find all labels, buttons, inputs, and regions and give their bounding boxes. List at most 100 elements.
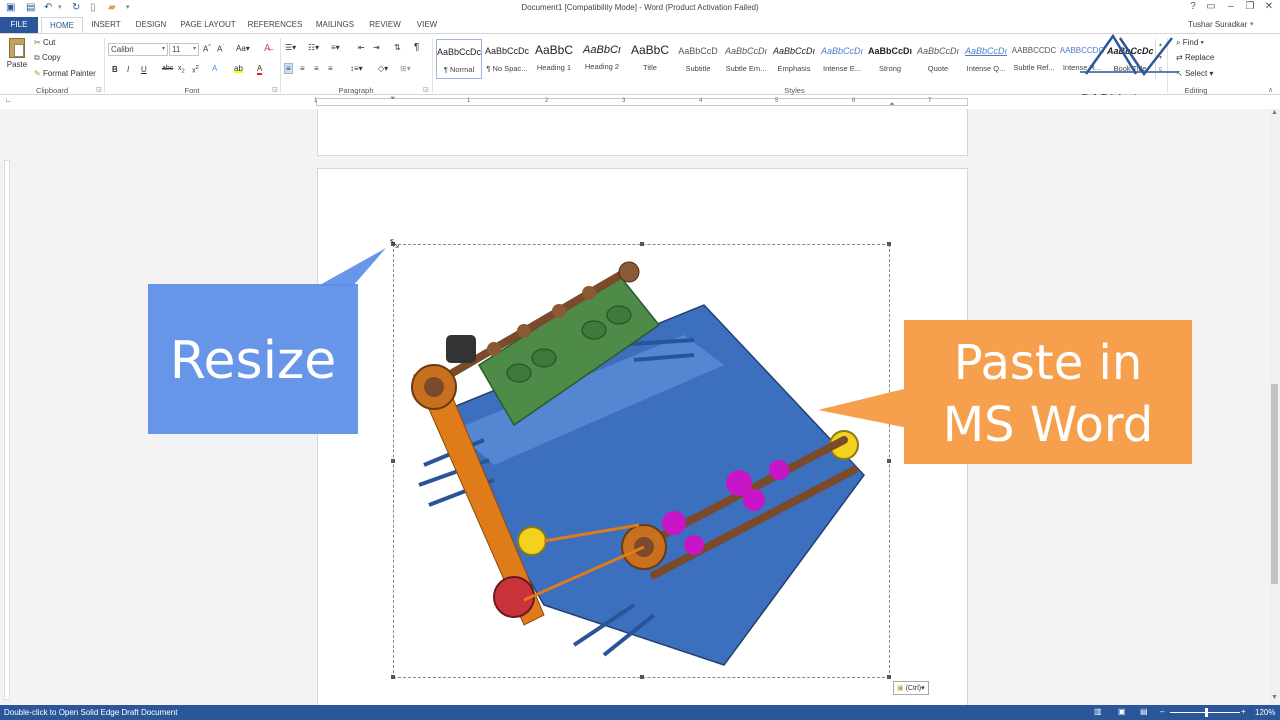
cut-button[interactable]: ✂ Cut: [34, 38, 55, 47]
resize-handle-top-right[interactable]: [887, 242, 891, 246]
zoom-out-icon[interactable]: –: [1160, 707, 1164, 716]
text-effects-icon[interactable]: A: [212, 64, 217, 73]
font-launcher-icon[interactable]: ◲: [272, 86, 278, 93]
align-center-icon[interactable]: ≡: [300, 64, 305, 73]
show-marks-icon[interactable]: ¶: [414, 42, 419, 53]
zoom-in-icon[interactable]: +: [1241, 707, 1246, 716]
horizontal-ruler[interactable]: 1 1 2 3 4 5 6 7 ⏷ ⏶: [314, 95, 968, 109]
style-subtle-reference[interactable]: AABBCCDC Subtle Ref...: [1011, 39, 1057, 79]
paste-options-button[interactable]: ▣ (Ctrl)▾: [893, 681, 929, 695]
print-layout-icon[interactable]: ▣: [1118, 707, 1126, 716]
multilevel-list-icon[interactable]: ≡▾: [331, 43, 340, 52]
style-intense-emphasis[interactable]: AaBbCcDı Intense E...: [819, 39, 865, 79]
style-intense-quote[interactable]: AaBbCcDı Intense Q...: [963, 39, 1009, 79]
tab-references[interactable]: REFERENCES: [246, 17, 304, 33]
borders-icon[interactable]: ⊞▾: [400, 64, 411, 73]
bold-icon[interactable]: B: [112, 65, 118, 74]
tab-mailings[interactable]: MAILINGS: [310, 17, 360, 33]
pasted-image-selection[interactable]: [391, 242, 891, 679]
vertical-ruler[interactable]: [4, 160, 10, 700]
font-color-icon[interactable]: A: [257, 64, 263, 75]
style-normal[interactable]: AaBbCcDc ¶ Normal: [436, 39, 482, 79]
indent-marker-icon[interactable]: ⏷: [390, 95, 396, 103]
resize-callout: Resize: [169, 331, 337, 391]
style-heading-1[interactable]: AaBbC Heading 1: [531, 39, 577, 79]
shading-icon[interactable]: ◇▾: [378, 64, 388, 73]
format-painter-button[interactable]: ✎ Format Painter: [34, 69, 96, 78]
change-case-icon[interactable]: Aa▾: [236, 44, 250, 53]
style-heading-2[interactable]: AaBbCı Heading 2: [579, 39, 625, 79]
font-size-select[interactable]: 11 ▾: [169, 43, 199, 56]
tab-selector-icon[interactable]: ∟: [5, 97, 12, 104]
grow-font-icon[interactable]: A^: [203, 44, 211, 54]
style-strong[interactable]: AaBbCcDı Strong: [867, 39, 913, 79]
line-spacing-icon[interactable]: ↕≡▾: [350, 64, 363, 73]
style-emphasis[interactable]: AaBbCcDı Emphasis: [771, 39, 817, 79]
resize-handle-top[interactable]: [640, 242, 644, 246]
engine-model-image: [411, 261, 865, 666]
superscript-icon[interactable]: x2: [192, 65, 199, 74]
previous-page-bottom: [317, 109, 968, 156]
zoom-level[interactable]: 120%: [1255, 708, 1275, 717]
resize-handle-bottom-left[interactable]: [391, 675, 395, 679]
styles-group-label: Styles: [784, 86, 805, 95]
decrease-indent-icon[interactable]: ⇤: [358, 43, 365, 52]
font-name-select[interactable]: Calibri ▾: [108, 43, 168, 56]
tab-insert[interactable]: INSERT: [88, 17, 124, 33]
user-name[interactable]: Tushar Suradkar: [1188, 20, 1247, 29]
style-title[interactable]: AaBbC Title: [627, 39, 673, 79]
justify-icon[interactable]: ≡: [328, 64, 333, 73]
scroll-up-icon[interactable]: ▲: [1271, 109, 1278, 116]
zoom-slider-thumb[interactable]: [1205, 708, 1208, 717]
clear-formatting-icon[interactable]: A̶: [264, 43, 271, 54]
style-subtitle[interactable]: AaBbCcD Subtitle: [675, 39, 721, 79]
shrink-font-icon[interactable]: Aˇ: [217, 44, 224, 54]
clipboard-launcher-icon[interactable]: ◲: [96, 86, 102, 93]
right-indent-marker-icon[interactable]: ⏶: [889, 101, 895, 109]
paste-button[interactable]: Paste: [6, 38, 28, 69]
restore-icon[interactable]: ❐: [1241, 1, 1259, 12]
resize-handle-bottom-right[interactable]: [887, 675, 891, 679]
tab-file[interactable]: FILE: [0, 17, 38, 33]
read-mode-icon[interactable]: ▥: [1094, 707, 1102, 716]
italic-icon[interactable]: I: [127, 65, 129, 74]
web-layout-icon[interactable]: ▤: [1140, 707, 1148, 716]
strikethrough-icon[interactable]: abc: [162, 65, 173, 72]
help-icon[interactable]: ?: [1184, 1, 1202, 12]
scissors-icon: ✂: [34, 38, 41, 47]
copy-button[interactable]: ⧉ Copy: [34, 53, 61, 63]
user-dropdown-icon[interactable]: ▾: [1250, 20, 1254, 28]
clipboard-icon: ▣: [897, 685, 904, 692]
tab-view[interactable]: VIEW: [410, 17, 444, 33]
tab-design[interactable]: DESIGN: [131, 17, 171, 33]
tab-home[interactable]: HOME: [41, 17, 83, 34]
ribbon-tabs: FILE HOME INSERT DESIGN PAGE LAYOUT REFE…: [0, 17, 1280, 34]
style-subtle-emphasis[interactable]: AaBbCcDı Subtle Em...: [723, 39, 769, 79]
close-icon[interactable]: ✕: [1260, 1, 1278, 12]
minimize-icon[interactable]: –: [1222, 1, 1240, 12]
collapse-ribbon-icon[interactable]: ∧: [1268, 86, 1273, 94]
align-left-icon[interactable]: ≡: [284, 63, 293, 74]
scrollbar-thumb[interactable]: [1271, 384, 1278, 584]
subscript-icon[interactable]: x2: [178, 65, 185, 74]
resize-handle-bottom[interactable]: [640, 675, 644, 679]
chevron-down-icon: ▾: [192, 46, 196, 52]
underline-icon[interactable]: U: [141, 65, 147, 74]
resize-handle-left[interactable]: [391, 459, 395, 463]
paste-icon: [9, 38, 25, 58]
style-no-spacing[interactable]: AaBbCcDc ¶ No Spac...: [484, 39, 530, 79]
align-right-icon[interactable]: ≡: [314, 64, 319, 73]
paragraph-launcher-icon[interactable]: ◲: [423, 86, 429, 93]
increase-indent-icon[interactable]: ⇥: [373, 43, 380, 52]
ribbon-display-icon[interactable]: ▭: [1202, 1, 1220, 12]
paste-callout: Paste in MS Word: [942, 335, 1154, 453]
numbering-icon[interactable]: ☷▾: [308, 43, 319, 52]
sort-icon[interactable]: ⇅: [394, 43, 401, 52]
scroll-down-icon[interactable]: ▼: [1271, 694, 1278, 701]
tab-review[interactable]: REVIEW: [366, 17, 404, 33]
style-quote[interactable]: AaBbCcDı Quote: [915, 39, 961, 79]
highlight-icon[interactable]: ab: [234, 64, 243, 73]
vertical-scrollbar[interactable]: ▲ ▼: [1270, 109, 1280, 705]
bullets-icon[interactable]: ☰▾: [285, 43, 296, 52]
tab-page-layout[interactable]: PAGE LAYOUT: [177, 17, 239, 33]
